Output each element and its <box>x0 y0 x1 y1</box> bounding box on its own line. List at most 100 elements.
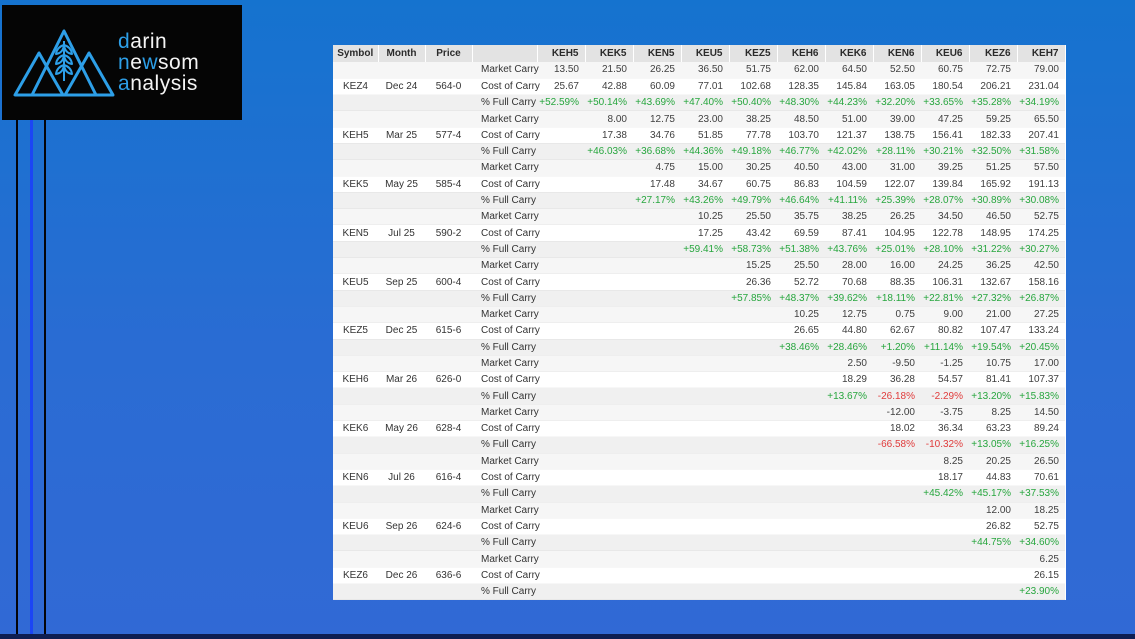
value-cell: +13.67% <box>825 388 873 404</box>
table-row-keh6-market: Market Carry2.50-9.50-1.2510.7517.00 <box>333 355 1065 371</box>
price-cell: 564-0 <box>425 78 472 94</box>
symbol-cell <box>333 388 378 404</box>
value-cell: +43.76% <box>825 241 873 257</box>
value-cell: +42.02% <box>825 143 873 159</box>
value-cell <box>537 567 585 583</box>
value-cell <box>537 192 585 208</box>
table-row-keu6-market: Market Carry12.0018.25 <box>333 502 1065 518</box>
value-cell: +30.89% <box>969 192 1017 208</box>
value-cell <box>537 306 585 322</box>
symbol-cell <box>333 355 378 371</box>
chart-vertical-line-blue <box>30 120 33 635</box>
value-cell: +30.21% <box>921 143 969 159</box>
value-cell: 26.50 <box>1017 453 1065 469</box>
month-cell: May 25 <box>378 176 425 192</box>
chart-vertical-line-black-2 <box>44 120 46 635</box>
table-row-kez5-cost: KEZ5Dec 25615-6Cost of Carry26.6544.8062… <box>333 323 1065 339</box>
value-cell <box>681 339 729 355</box>
symbol-cell <box>333 453 378 469</box>
row-label: % Full Carry <box>472 290 537 306</box>
value-cell: 122.07 <box>873 176 921 192</box>
value-cell: +51.38% <box>777 241 825 257</box>
table-row-kez4-cost: KEZ4Dec 24564-0Cost of Carry25.6742.8860… <box>333 78 1065 94</box>
value-cell <box>537 225 585 241</box>
value-cell: +43.26% <box>681 192 729 208</box>
month-cell: Dec 25 <box>378 323 425 339</box>
row-label: Market Carry <box>472 355 537 371</box>
price-cell <box>425 388 472 404</box>
value-cell <box>537 274 585 290</box>
value-cell: 8.25 <box>969 404 1017 420</box>
value-cell: 25.50 <box>729 209 777 225</box>
row-label: Market Carry <box>472 258 537 274</box>
value-cell: 54.57 <box>921 372 969 388</box>
table-row-ken6-pct: % Full Carry+45.42%+45.17%+37.53% <box>333 486 1065 502</box>
price-cell: 585-4 <box>425 176 472 192</box>
month-cell <box>378 584 425 600</box>
logo-card: darinnewsomanalysis <box>2 5 242 120</box>
symbol-cell: KEZ4 <box>333 78 378 94</box>
table-row-ken6-cost: KEN6Jul 26616-4Cost of Carry18.1744.8370… <box>333 469 1065 485</box>
value-cell <box>585 258 633 274</box>
value-cell: +16.25% <box>1017 437 1065 453</box>
value-cell <box>633 486 681 502</box>
value-cell: 139.84 <box>921 176 969 192</box>
value-cell: +58.73% <box>729 241 777 257</box>
value-cell <box>825 551 873 567</box>
row-label: % Full Carry <box>472 437 537 453</box>
value-cell <box>729 437 777 453</box>
value-cell: 70.61 <box>1017 469 1065 485</box>
table-row-kek5-pct: % Full Carry+27.17%+43.26%+49.79%+46.64%… <box>333 192 1065 208</box>
price-cell <box>425 306 472 322</box>
value-cell: 12.75 <box>825 306 873 322</box>
price-cell <box>425 258 472 274</box>
row-label: Cost of Carry <box>472 176 537 192</box>
value-cell: +50.40% <box>729 95 777 111</box>
value-cell <box>585 388 633 404</box>
value-cell: +41.11% <box>825 192 873 208</box>
row-label: % Full Carry <box>472 584 537 600</box>
value-cell: 12.00 <box>969 502 1017 518</box>
value-cell: 174.25 <box>1017 225 1065 241</box>
column-header-month: Month <box>378 45 425 62</box>
table-row-kez6-pct: % Full Carry+23.90% <box>333 584 1065 600</box>
value-cell: 28.00 <box>825 258 873 274</box>
value-cell <box>825 502 873 518</box>
value-cell: 165.92 <box>969 176 1017 192</box>
value-cell <box>537 127 585 143</box>
table-row-ken5-market: Market Carry10.2525.5035.7538.2526.2534.… <box>333 209 1065 225</box>
month-cell <box>378 437 425 453</box>
symbol-cell <box>333 95 378 111</box>
row-label: % Full Carry <box>472 339 537 355</box>
column-header-keu5: KEU5 <box>681 45 729 62</box>
row-label: Market Carry <box>472 551 537 567</box>
symbol-cell: KEZ6 <box>333 567 378 583</box>
value-cell <box>537 176 585 192</box>
value-cell: 4.75 <box>633 160 681 176</box>
value-cell <box>585 339 633 355</box>
value-cell: 2.50 <box>825 355 873 371</box>
value-cell: +48.30% <box>777 95 825 111</box>
value-cell: +47.40% <box>681 95 729 111</box>
table-row-kek5-market: Market Carry4.7515.0030.2540.5043.0031.0… <box>333 160 1065 176</box>
value-cell <box>969 584 1017 600</box>
value-cell <box>585 535 633 551</box>
value-cell: +28.07% <box>921 192 969 208</box>
value-cell: +37.53% <box>1017 486 1065 502</box>
value-cell <box>873 469 921 485</box>
value-cell <box>681 306 729 322</box>
symbol-cell: KEK6 <box>333 421 378 437</box>
price-cell: 615-6 <box>425 323 472 339</box>
price-cell <box>425 584 472 600</box>
month-cell <box>378 355 425 371</box>
value-cell: 145.84 <box>825 78 873 94</box>
value-cell: 26.25 <box>633 62 681 78</box>
value-cell <box>633 388 681 404</box>
value-cell: +25.01% <box>873 241 921 257</box>
table-row-kez5-market: Market Carry10.2512.750.759.0021.0027.25 <box>333 306 1065 322</box>
value-cell: 62.00 <box>777 62 825 78</box>
value-cell <box>921 535 969 551</box>
value-cell: 51.85 <box>681 127 729 143</box>
row-label: % Full Carry <box>472 143 537 159</box>
price-cell: 624-6 <box>425 518 472 534</box>
